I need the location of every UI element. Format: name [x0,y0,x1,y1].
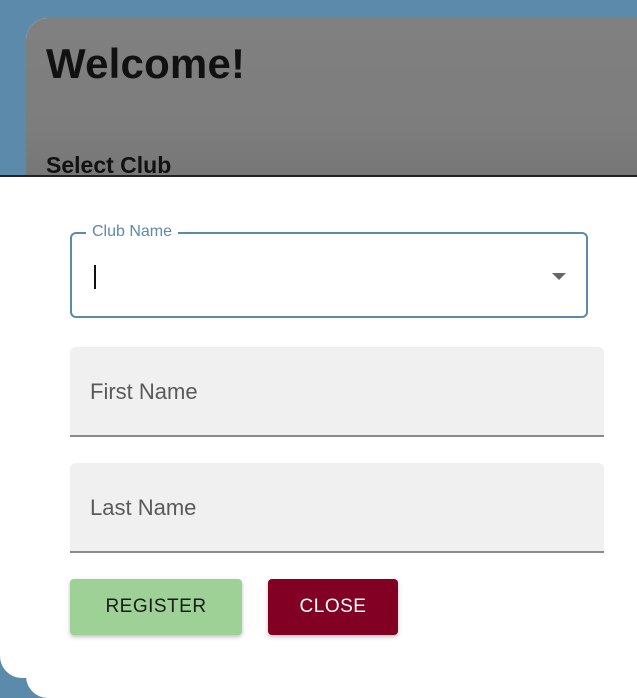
last-name-field[interactable]: Last Name [70,463,604,553]
page-title: Welcome! [46,40,246,87]
register-button[interactable]: REGISTER [70,579,242,635]
card-header: Welcome! Select Club [26,18,637,178]
chevron-down-icon[interactable] [552,273,566,280]
text-cursor [94,265,96,289]
last-name-placeholder: Last Name [90,495,197,520]
club-name-label: Club Name [86,223,179,241]
first-name-placeholder: First Name [90,379,198,404]
close-button[interactable]: CLOSE [268,579,398,635]
register-dialog: Club Name First Name Last Name REGISTER … [0,175,637,678]
club-name-select[interactable]: Club Name [70,223,588,318]
first-name-field[interactable]: First Name [70,347,604,437]
